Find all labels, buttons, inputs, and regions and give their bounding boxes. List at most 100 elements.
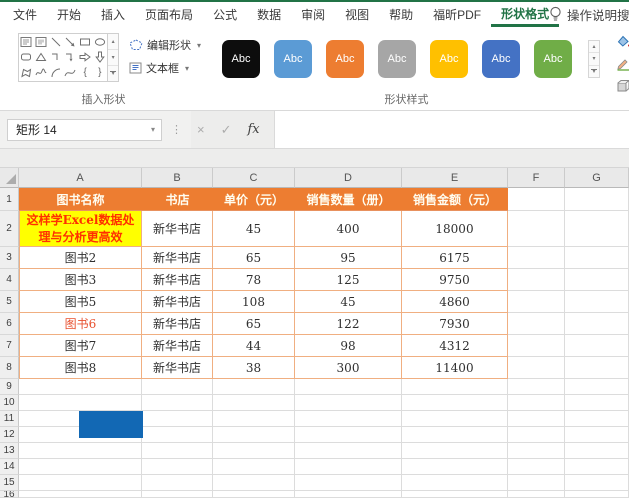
cell[interactable] <box>508 188 565 211</box>
tab-formulas[interactable]: 公式 <box>203 2 247 27</box>
cell[interactable] <box>565 335 629 357</box>
highlighted-note-cell[interactable]: 这样学Excel数据处理与分析更高效 <box>19 211 142 247</box>
freeform-icon[interactable] <box>19 65 34 81</box>
cell[interactable] <box>295 427 402 443</box>
rectangle-shape[interactable] <box>79 411 143 438</box>
tab-insert[interactable]: 插入 <box>91 2 135 27</box>
cell[interactable] <box>508 313 565 335</box>
cell[interactable]: 122 <box>295 313 402 335</box>
cell[interactable] <box>295 491 402 498</box>
styles-scroll-down-button[interactable]: ▾ <box>589 53 599 65</box>
cell[interactable]: 图书7 <box>19 335 142 357</box>
cell[interactable] <box>19 443 142 459</box>
cell[interactable]: 图书8 <box>19 357 142 379</box>
cell[interactable]: 新华书店 <box>142 335 213 357</box>
column-header-c[interactable]: C <box>213 168 295 188</box>
cell[interactable]: 新华书店 <box>142 247 213 269</box>
cell[interactable] <box>19 491 142 498</box>
vertical-textbox-icon[interactable] <box>34 34 49 50</box>
cell[interactable] <box>508 427 565 443</box>
cell[interactable] <box>142 475 213 491</box>
cell[interactable] <box>213 427 295 443</box>
cell[interactable] <box>295 379 402 395</box>
left-brace-icon[interactable]: { <box>78 65 93 81</box>
rectangle-shape-icon[interactable] <box>78 34 93 50</box>
header-cell-store[interactable]: 书店 <box>142 188 213 211</box>
tab-help[interactable]: 帮助 <box>379 2 423 27</box>
cell[interactable]: 300 <box>295 357 402 379</box>
cell[interactable]: 44 <box>213 335 295 357</box>
row-header-5[interactable]: 5 <box>0 291 19 313</box>
cell[interactable]: 400 <box>295 211 402 247</box>
cell[interactable] <box>213 411 295 427</box>
shape-style-orange-button[interactable]: Abc <box>326 40 364 78</box>
rounded-rectangle-icon[interactable] <box>19 50 34 66</box>
cell[interactable]: 新华书店 <box>142 291 213 313</box>
gallery-scroll-up-button[interactable]: ▴ <box>108 34 118 50</box>
cell[interactable] <box>565 313 629 335</box>
tab-file[interactable]: 文件 <box>0 2 47 27</box>
row-header-3[interactable]: 3 <box>0 247 19 269</box>
cell[interactable]: 新华书店 <box>142 357 213 379</box>
row-header-10[interactable]: 10 <box>0 395 19 411</box>
styles-scroll-up-button[interactable]: ▴ <box>589 41 599 53</box>
cell[interactable] <box>508 357 565 379</box>
cell[interactable] <box>19 395 142 411</box>
cell[interactable] <box>295 395 402 411</box>
shape-style-green-button[interactable]: Abc <box>534 40 572 78</box>
cell[interactable] <box>508 411 565 427</box>
cell[interactable] <box>565 443 629 459</box>
cell[interactable] <box>213 475 295 491</box>
triangle-icon[interactable] <box>34 50 49 66</box>
cell[interactable] <box>142 459 213 475</box>
column-header-f[interactable]: F <box>508 168 565 188</box>
scribble-icon[interactable] <box>34 65 49 81</box>
shape-style-gold-button[interactable]: Abc <box>430 40 468 78</box>
cell[interactable] <box>508 247 565 269</box>
cell[interactable] <box>565 379 629 395</box>
formula-bar-splitter[interactable]: ⋮ <box>171 123 182 136</box>
row-header-9[interactable]: 9 <box>0 379 19 395</box>
cell[interactable]: 7930 <box>402 313 508 335</box>
cell[interactable]: 新华书店 <box>142 313 213 335</box>
edit-shape-button[interactable]: 编辑形状 ▾ <box>129 37 201 53</box>
right-brace-icon[interactable]: } <box>92 65 107 81</box>
cell[interactable]: 新华书店 <box>142 269 213 291</box>
cell[interactable]: 9750 <box>402 269 508 291</box>
cell[interactable]: 图书2 <box>19 247 142 269</box>
name-box[interactable]: 矩形 14 ▾ <box>7 119 162 141</box>
cell[interactable] <box>402 491 508 498</box>
column-header-b[interactable]: B <box>142 168 213 188</box>
cell[interactable] <box>295 475 402 491</box>
gallery-more-button[interactable]: ▾ <box>108 66 118 81</box>
cell[interactable] <box>565 427 629 443</box>
tab-foxit-pdf[interactable]: 福昕PDF <box>423 2 491 27</box>
cell[interactable] <box>142 395 213 411</box>
tab-page-layout[interactable]: 页面布局 <box>135 2 203 27</box>
arc-icon[interactable] <box>48 65 63 81</box>
cell[interactable]: 图书5 <box>19 291 142 313</box>
elbow-arrow-connector-icon[interactable] <box>63 50 78 66</box>
cell[interactable] <box>508 291 565 313</box>
cell[interactable] <box>508 211 565 247</box>
cell[interactable] <box>565 475 629 491</box>
cell[interactable] <box>508 335 565 357</box>
cell[interactable] <box>213 379 295 395</box>
row-header-2[interactable]: 2 <box>0 211 19 247</box>
cell[interactable] <box>295 459 402 475</box>
curve-icon[interactable] <box>63 65 78 81</box>
cell[interactable] <box>402 459 508 475</box>
shape-fill-button[interactable]: 形状填充 <box>616 34 629 50</box>
cell[interactable]: 图书3 <box>19 269 142 291</box>
header-cell-sales-amount[interactable]: 销售金额（元） <box>402 188 508 211</box>
cell[interactable] <box>508 491 565 498</box>
cell[interactable] <box>295 411 402 427</box>
cell[interactable] <box>508 459 565 475</box>
cell[interactable] <box>565 188 629 211</box>
column-header-e[interactable]: E <box>402 168 508 188</box>
cell[interactable] <box>565 491 629 498</box>
cell[interactable] <box>142 411 213 427</box>
cell[interactable]: 78 <box>213 269 295 291</box>
shape-style-blue-button[interactable]: Abc <box>482 40 520 78</box>
cell[interactable]: 4312 <box>402 335 508 357</box>
